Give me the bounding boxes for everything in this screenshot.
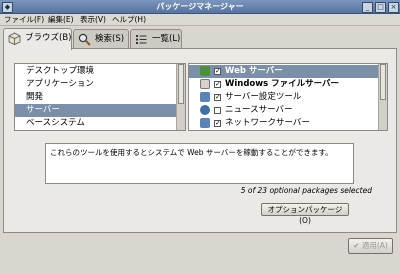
group-checkbox[interactable]: ✓ — [214, 68, 221, 75]
apply-button[interactable]: ✔ 適用(A) — [348, 238, 393, 254]
list-icon — [136, 35, 147, 44]
category-item-selected[interactable]: サーバー — [15, 104, 177, 117]
group-item[interactable]: ✓ ネットワークサーバー — [189, 117, 387, 130]
magnifier-icon — [78, 33, 91, 46]
optional-packages-button[interactable]: オプションパッケージ(O) — [261, 203, 349, 225]
group-checkbox[interactable]: ✓ — [214, 94, 221, 101]
category-item[interactable]: ベースシステム — [15, 117, 185, 130]
group-item[interactable]: ✓ サーバー設定ツール — [189, 91, 387, 104]
maximize-button[interactable]: □ — [375, 2, 386, 13]
group-item[interactable]: ✓ Windows ファイルサーバー — [189, 78, 387, 91]
group-description: これらのツールを使用するとシステムで Web サーバーを稼動することができます。 — [45, 143, 354, 184]
close-button[interactable]: × — [388, 2, 399, 13]
group-scrollbar[interactable] — [378, 64, 387, 130]
menu-file[interactable]: ファイル(F) — [4, 14, 44, 25]
network-icon — [200, 118, 210, 128]
group-label: Windows ファイルサーバー — [225, 79, 340, 89]
settings-tool-icon — [200, 92, 210, 102]
category-item[interactable]: 開発 — [15, 91, 185, 104]
group-checkbox[interactable]: ✓ — [214, 81, 221, 88]
category-item[interactable]: アプリケーション — [15, 78, 185, 91]
news-icon — [200, 105, 210, 115]
group-checkbox[interactable]: ✓ — [214, 120, 221, 127]
package-icon — [8, 32, 21, 45]
group-label: ネットワークサーバー — [225, 118, 310, 128]
tab-search[interactable]: 検索(S) — [73, 29, 129, 49]
title-bar[interactable]: ◆ パッケージマネージャー _ □ × — [0, 0, 400, 14]
tab-browse[interactable]: ブラウズ(B) — [3, 28, 72, 50]
tab-list-label: 一覧(L) — [152, 34, 181, 44]
description-text: これらのツールを使用するとシステムで Web サーバーを稼動することができます。 — [50, 148, 333, 157]
apply-label: 適用(A) — [361, 241, 388, 250]
minimize-button[interactable]: _ — [362, 2, 373, 13]
checkmark-icon: ✔ — [353, 241, 360, 250]
window-title: パッケージマネージャー — [156, 2, 244, 11]
menu-edit[interactable]: 編集(E) — [48, 14, 74, 25]
selection-count: 5 of 23 optional packages selected — [240, 186, 372, 195]
menu-bar: ファイル(F) 編集(E) 表示(V) ヘルプ(H) — [0, 14, 400, 26]
group-checkbox[interactable] — [214, 107, 221, 114]
globe-icon — [200, 66, 210, 76]
category-list[interactable]: デスクトップ環境 アプリケーション 開発 サーバー ベースシステム — [14, 63, 186, 131]
menu-help[interactable]: ヘルプ(H) — [112, 14, 146, 25]
group-item[interactable]: ニュースサーバー — [189, 104, 387, 117]
tab-browse-label: ブラウズ(B) — [25, 33, 72, 43]
group-label: ニュースサーバー — [225, 105, 293, 115]
category-scrollbar[interactable] — [176, 64, 185, 130]
category-scroll-thumb[interactable] — [178, 64, 184, 104]
group-item-selected[interactable]: ✓ Web サーバー — [189, 65, 379, 78]
group-label: サーバー設定ツール — [225, 92, 302, 102]
category-item[interactable]: デスクトップ環境 — [15, 65, 185, 78]
menu-view[interactable]: 表示(V) — [80, 14, 106, 25]
file-server-icon — [200, 79, 210, 89]
group-list[interactable]: ✓ Web サーバー ✓ Windows ファイルサーバー ✓ サーバー設定ツー… — [188, 63, 388, 131]
tab-search-label: 検索(S) — [95, 34, 125, 44]
tab-list[interactable]: 一覧(L) — [130, 29, 182, 49]
group-scroll-thumb[interactable] — [380, 64, 386, 100]
group-label: Web サーバー — [225, 66, 283, 76]
